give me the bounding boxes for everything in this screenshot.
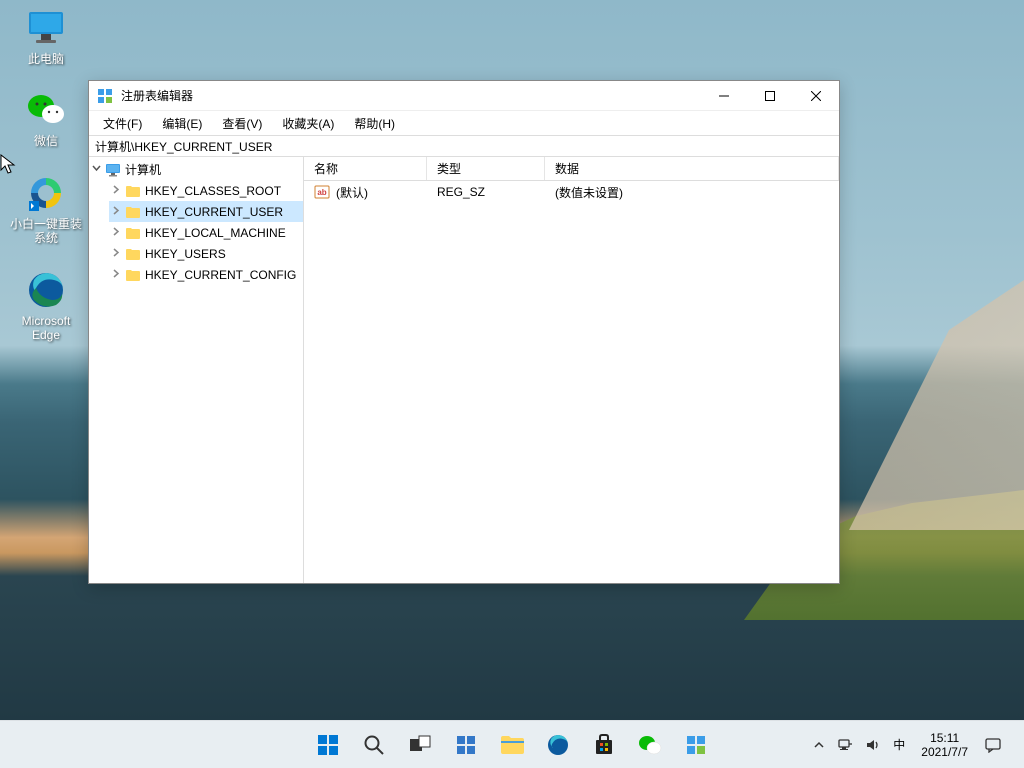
tree-hive-hkey-current-config[interactable]: HKEY_CURRENT_CONFIG	[109, 264, 303, 285]
tree-hive-label: HKEY_CURRENT_CONFIG	[145, 268, 296, 282]
tree-hive-label: HKEY_USERS	[145, 247, 226, 261]
titlebar[interactable]: 注册表编辑器	[89, 81, 839, 111]
regedit-icon	[97, 88, 113, 104]
file-explorer-button[interactable]	[491, 724, 533, 766]
expand-icon[interactable]	[109, 248, 123, 260]
desktop-icon-edge[interactable]: Microsoft Edge	[8, 270, 84, 343]
column-type[interactable]: 类型	[427, 157, 545, 180]
expand-icon[interactable]	[109, 206, 123, 218]
clock-date: 2021/7/7	[921, 745, 968, 759]
tray-overflow[interactable]	[807, 721, 831, 768]
clock-time: 15:11	[930, 731, 959, 745]
edge-icon	[26, 270, 66, 310]
system-tray: 中 15:11 2021/7/7	[807, 721, 1024, 768]
search-button[interactable]	[353, 724, 395, 766]
expand-icon[interactable]	[109, 269, 123, 281]
tree-hive-label: HKEY_CLASSES_ROOT	[145, 184, 281, 198]
computer-icon	[105, 162, 121, 178]
window-title: 注册表编辑器	[121, 87, 701, 104]
menu-view[interactable]: 查看(V)	[212, 113, 272, 134]
column-data[interactable]: 数据	[545, 157, 839, 180]
desktop-icon-this-pc[interactable]: 此电脑	[8, 8, 84, 66]
desktop-icon-label: Microsoft Edge	[8, 314, 84, 343]
tree-pane[interactable]: 计算机 HKEY_CLASSES_ROOT HKEY_CURRENT_USER HK…	[89, 157, 304, 583]
tree-root-computer[interactable]: 计算机	[89, 159, 303, 180]
tree-hive-hkey-classes-root[interactable]: HKEY_CLASSES_ROOT	[109, 180, 303, 201]
taskbar: 中 15:11 2021/7/7	[0, 720, 1024, 768]
volume-icon[interactable]	[859, 721, 887, 768]
desktop-icons-container: 此电脑 微信 小白一键重装系统 Microsoft Edge	[8, 8, 84, 342]
menu-edit[interactable]: 编辑(E)	[152, 113, 212, 134]
minimize-button[interactable]	[701, 81, 747, 111]
desktop-icon-label: 小白一键重装系统	[8, 217, 84, 246]
list-pane: 名称 类型 数据 ab (默认) REG_SZ (数值未设置)	[304, 157, 839, 583]
list-header: 名称 类型 数据	[304, 157, 839, 181]
wechat-taskbar-button[interactable]	[629, 724, 671, 766]
desktop-icon-xiaobai[interactable]: 小白一键重装系统	[8, 173, 84, 246]
list-row[interactable]: ab (默认) REG_SZ (数值未设置)	[304, 181, 839, 203]
menubar: 文件(F) 编辑(E) 查看(V) 收藏夹(A) 帮助(H)	[89, 111, 839, 135]
edge-button[interactable]	[537, 724, 579, 766]
address-text: 计算机\HKEY_CURRENT_USER	[95, 138, 272, 155]
widgets-button[interactable]	[445, 724, 487, 766]
menu-file[interactable]: 文件(F)	[93, 113, 152, 134]
folder-icon	[125, 246, 141, 262]
network-icon[interactable]	[831, 721, 859, 768]
taskbar-clock[interactable]: 15:11 2021/7/7	[911, 731, 978, 759]
tree-root-label: 计算机	[125, 161, 161, 178]
tree-hive-hkey-local-machine[interactable]: HKEY_LOCAL_MACHINE	[109, 222, 303, 243]
address-bar[interactable]: 计算机\HKEY_CURRENT_USER	[89, 135, 839, 157]
menu-favorites[interactable]: 收藏夹(A)	[272, 113, 344, 134]
store-button[interactable]	[583, 724, 625, 766]
ime-indicator[interactable]: 中	[887, 721, 911, 768]
desktop-icon-wechat[interactable]: 微信	[8, 90, 84, 148]
menu-help[interactable]: 帮助(H)	[344, 113, 405, 134]
value-type: REG_SZ	[427, 185, 545, 199]
value-name: (默认)	[336, 184, 368, 201]
folder-icon	[125, 225, 141, 241]
wechat-icon	[26, 90, 66, 130]
monitor-icon	[26, 8, 66, 48]
expand-icon[interactable]	[109, 227, 123, 239]
tree-hive-label: HKEY_CURRENT_USER	[145, 205, 283, 219]
tree-hive-hkey-current-user[interactable]: HKEY_CURRENT_USER	[109, 201, 303, 222]
close-button[interactable]	[793, 81, 839, 111]
reg-string-icon: ab	[314, 184, 330, 200]
task-view-button[interactable]	[399, 724, 441, 766]
xiaobai-icon	[26, 173, 66, 213]
folder-icon	[125, 267, 141, 283]
expand-icon[interactable]	[109, 185, 123, 197]
value-data: (数值未设置)	[545, 184, 839, 201]
tree-hive-label: HKEY_LOCAL_MACHINE	[145, 226, 286, 240]
desktop-icon-label: 微信	[34, 134, 58, 148]
list-body[interactable]: ab (默认) REG_SZ (数值未设置)	[304, 181, 839, 583]
notifications-icon[interactable]	[978, 721, 1008, 768]
maximize-button[interactable]	[747, 81, 793, 111]
registry-editor-window: 注册表编辑器 文件(F) 编辑(E) 查看(V) 收藏夹(A) 帮助(H)	[88, 80, 840, 584]
taskbar-pinned	[307, 724, 717, 766]
folder-icon	[125, 183, 141, 199]
folder-icon	[125, 204, 141, 220]
content-area: 计算机 HKEY_CLASSES_ROOT HKEY_CURRENT_USER HK…	[89, 157, 839, 583]
desktop-icon-label: 此电脑	[28, 52, 64, 66]
tree-hive-hkey-users[interactable]: HKEY_USERS	[109, 243, 303, 264]
desktop[interactable]: 此电脑 微信 小白一键重装系统 Microsoft Edge 注	[0, 0, 1024, 768]
start-button[interactable]	[307, 724, 349, 766]
column-name[interactable]: 名称	[304, 157, 427, 180]
svg-text:ab: ab	[317, 188, 326, 197]
regedit-taskbar-button[interactable]	[675, 724, 717, 766]
collapse-icon[interactable]	[89, 164, 103, 176]
window-controls	[701, 81, 839, 111]
